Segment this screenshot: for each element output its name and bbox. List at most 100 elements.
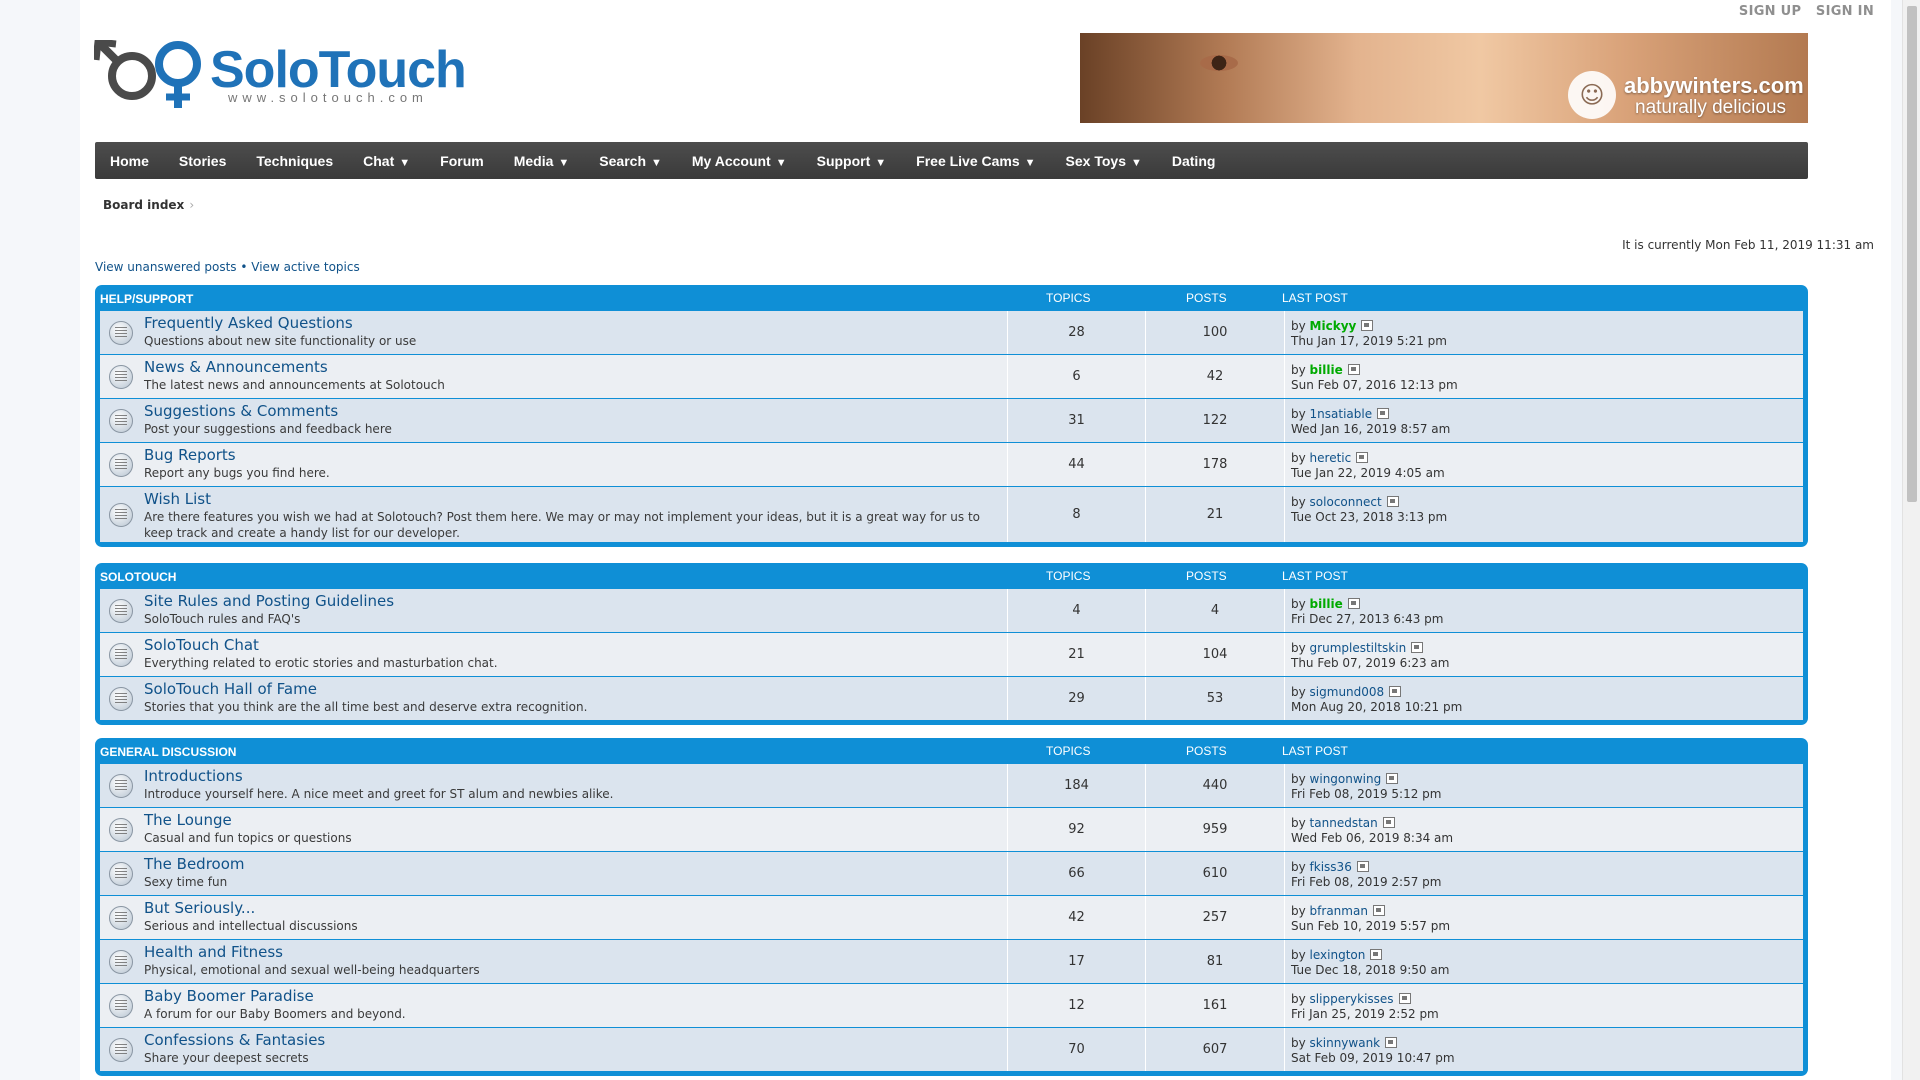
forum-read-icon: [109, 949, 133, 974]
forum-row: Suggestions & Comments Post your suggesti…: [100, 398, 1803, 442]
forum-title-link[interactable]: But Seriously...: [144, 899, 255, 917]
topics-count: 6: [1072, 368, 1081, 384]
nav-item-media[interactable]: Media ▼: [499, 153, 585, 169]
last-post-author-line: by tannedstan: [1291, 816, 1395, 830]
last-post-cell: by tannedstan Wed Feb 06, 2019 8:34 am: [1285, 808, 1803, 851]
last-post-author[interactable]: wingonwing: [1310, 772, 1382, 786]
forum-title-link[interactable]: The Bedroom: [144, 855, 245, 873]
view-latest-post-icon[interactable]: [1385, 1037, 1398, 1048]
forum-read-icon: [109, 905, 133, 930]
topics-count: 184: [1064, 777, 1089, 793]
signup-link[interactable]: SIGN UP: [1739, 4, 1801, 19]
topics-count: 21: [1068, 646, 1085, 662]
forum-title-link[interactable]: Suggestions & Comments: [144, 402, 338, 420]
view-latest-post-icon[interactable]: [1411, 642, 1424, 653]
category-title[interactable]: GENERAL DISCUSSION: [100, 745, 236, 759]
last-post-author[interactable]: billie: [1310, 363, 1343, 377]
forum-title-link[interactable]: Frequently Asked Questions: [144, 314, 353, 332]
view-latest-post-icon[interactable]: [1347, 364, 1360, 375]
forum-description: A forum for our Baby Boomers and beyond.: [144, 1007, 406, 1021]
forum-title-link[interactable]: Health and Fitness: [144, 943, 283, 961]
nav-item-label: Chat: [363, 152, 395, 169]
caret-down-icon: ▼: [775, 156, 787, 169]
forum-title-link[interactable]: SoloTouch Chat: [144, 636, 259, 654]
forum-read-icon: [109, 861, 133, 886]
last-post-author[interactable]: slipperykisses: [1310, 992, 1394, 1006]
last-post-author[interactable]: grumplestiltskin: [1310, 641, 1407, 655]
board-index-link[interactable]: Board index: [103, 198, 184, 212]
forum-title-link[interactable]: Confessions & Fantasies: [144, 1031, 325, 1049]
posts-cell: 257: [1146, 896, 1285, 939]
category-title[interactable]: SOLOTOUCH: [100, 570, 176, 584]
view-latest-post-icon[interactable]: [1398, 993, 1411, 1004]
active-topics-link[interactable]: View active topics: [251, 260, 359, 274]
forum-description: Are there features you wish we had at So…: [144, 510, 981, 540]
nav-item-search[interactable]: Search ▼: [584, 153, 677, 169]
nav-item-forum[interactable]: Forum: [425, 153, 499, 169]
posts-count: 81: [1206, 953, 1224, 969]
posts-column-header: POSTS: [1186, 291, 1227, 305]
nav-item-my-account[interactable]: My Account ▼: [677, 153, 802, 169]
last-post-author[interactable]: soloconnect: [1310, 495, 1382, 509]
nav-item-free-live-cams[interactable]: Free Live Cams ▼: [901, 153, 1050, 169]
nav-item-sex-toys[interactable]: Sex Toys ▼: [1051, 153, 1157, 169]
view-latest-post-icon[interactable]: [1382, 817, 1395, 828]
forum-title-link[interactable]: Site Rules and Posting Guidelines: [144, 592, 394, 610]
forum-title-link[interactable]: Bug Reports: [144, 446, 236, 464]
topics-cell: 184: [1008, 764, 1146, 807]
last-post-author[interactable]: billie: [1310, 597, 1343, 611]
forum-read-icon: [109, 408, 133, 433]
nav-item-techniques[interactable]: Techniques: [241, 153, 348, 169]
topics-count: 92: [1068, 821, 1085, 837]
view-latest-post-icon[interactable]: [1386, 496, 1399, 507]
nav-item-support[interactable]: Support ▼: [802, 153, 902, 169]
last-post-author[interactable]: lexington: [1310, 948, 1366, 962]
forum-title-link[interactable]: SoloTouch Hall of Fame: [144, 680, 317, 698]
category-title[interactable]: HELP/SUPPORT: [100, 292, 193, 306]
posts-count: 104: [1202, 646, 1228, 662]
forum-title-link[interactable]: News & Announcements: [144, 358, 328, 376]
nav-item-stories[interactable]: Stories: [164, 153, 241, 169]
forum-title-link[interactable]: Introductions: [144, 767, 243, 785]
site-logo[interactable]: SoloTouch www.solotouch.com: [94, 40, 474, 110]
ad-banner[interactable]: ☺ abbywinters.com naturally delicious: [1080, 33, 1808, 123]
forum-title-link[interactable]: Wish List: [144, 490, 211, 508]
posts-cell: 122: [1146, 399, 1285, 442]
view-latest-post-icon[interactable]: [1356, 452, 1369, 463]
last-post-date: Tue Oct 23, 2018 3:13 pm: [1291, 510, 1448, 524]
forum-title-link[interactable]: Baby Boomer Paradise: [144, 987, 314, 1005]
view-latest-post-icon[interactable]: [1372, 905, 1385, 916]
view-latest-post-icon[interactable]: [1389, 686, 1402, 697]
last-post-author[interactable]: bfranman: [1310, 904, 1368, 918]
scrollbar[interactable]: [1902, 0, 1920, 1080]
view-latest-post-icon[interactable]: [1356, 861, 1369, 872]
forum-description: Post your suggestions and feedback here: [144, 422, 392, 436]
nav-item-home[interactable]: Home: [95, 153, 164, 169]
view-latest-post-icon[interactable]: [1347, 598, 1360, 609]
view-latest-post-icon[interactable]: [1370, 949, 1383, 960]
view-latest-post-icon[interactable]: [1377, 408, 1390, 419]
last-post-author[interactable]: skinnywank: [1310, 1036, 1381, 1050]
scrollbar-thumb[interactable]: [1907, 6, 1917, 502]
last-post-author[interactable]: tannedstan: [1310, 816, 1378, 830]
forum-info-cell: Site Rules and Posting Guidelines SoloTou…: [100, 589, 1008, 632]
forum-info-cell: Suggestions & Comments Post your suggesti…: [100, 399, 1008, 442]
category-header: GENERAL DISCUSSION TOPICS POSTS LAST POST: [100, 738, 1803, 763]
nav-item-chat[interactable]: Chat ▼: [348, 153, 425, 169]
last-post-author[interactable]: fkiss36: [1310, 860, 1352, 874]
last-post-author[interactable]: heretic: [1310, 451, 1352, 465]
view-latest-post-icon[interactable]: [1361, 320, 1374, 331]
last-post-author[interactable]: sigmund008: [1310, 685, 1385, 699]
unanswered-posts-link[interactable]: View unanswered posts: [95, 260, 237, 274]
nav-item-dating[interactable]: Dating: [1157, 153, 1231, 169]
forum-row: The Lounge Casual and fun topics or quest…: [100, 807, 1803, 851]
category-header: HELP/SUPPORT TOPICS POSTS LAST POST: [100, 285, 1803, 310]
forum-title-link[interactable]: The Lounge: [144, 811, 232, 829]
posts-count: 161: [1202, 997, 1228, 1013]
last-post-author[interactable]: Mickyy: [1310, 319, 1357, 333]
last-post-author[interactable]: 1nsatiable: [1310, 407, 1373, 421]
view-latest-post-icon[interactable]: [1386, 773, 1399, 784]
forum-description: SoloTouch rules and FAQ's: [144, 612, 301, 626]
topics-cell: 44: [1008, 443, 1146, 486]
signin-link[interactable]: SIGN IN: [1816, 4, 1874, 19]
